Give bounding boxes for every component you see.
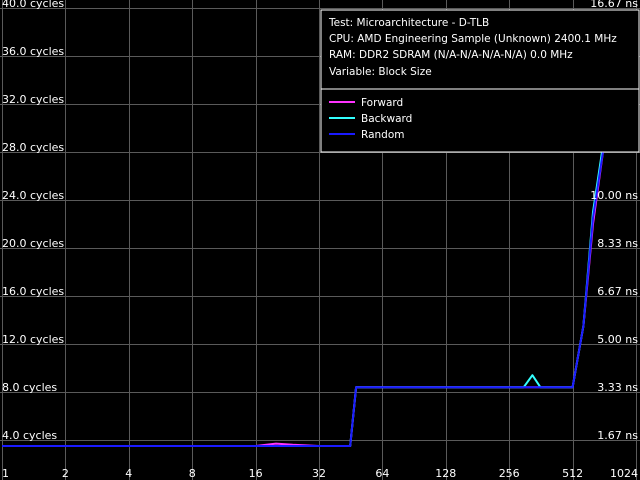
x-tick-label-128: 128 xyxy=(435,467,456,480)
y2-tick-label: 10.00 ns xyxy=(590,189,638,202)
x-tick-label-32: 32 xyxy=(312,467,326,480)
x-tick-label-2: 2 xyxy=(62,467,69,480)
info-cpu: CPU: AMD Engineering Sample (Unknown) 24… xyxy=(329,33,617,45)
y2-tick-label: 3.33 ns xyxy=(597,381,638,394)
x-tick-label-4: 4 xyxy=(125,467,132,480)
y2-tick-label: 6.67 ns xyxy=(597,285,638,298)
x-tick-label-1: 1 xyxy=(2,467,9,480)
y-tick-label: 24.0 cycles xyxy=(2,189,64,202)
y2-tick-label: 5.00 ns xyxy=(597,333,638,346)
y-tick-label: 4.0 cycles xyxy=(2,429,57,442)
y-tick-label: 40.0 cycles xyxy=(2,0,64,10)
x-tick-label-16: 16 xyxy=(249,467,263,480)
legend-label-backward: Backward xyxy=(361,113,412,125)
chart: 4.0 cycles 8.0 cycles 12.0 cycles 16.0 cycl… xyxy=(0,0,640,480)
x-tick-label-8: 8 xyxy=(189,467,196,480)
legend-label-random: Random xyxy=(361,129,404,141)
x-tick-label-512: 512 xyxy=(562,467,583,480)
info-ram: RAM: DDR2 SDRAM (N/A-N/A-N/A-N/A) 0.0 MH… xyxy=(329,49,573,61)
info-variable: Variable: Block Size xyxy=(329,66,432,78)
x-tick-label-64: 64 xyxy=(375,467,389,480)
legend-label-forward: Forward xyxy=(361,97,403,109)
x-tick-label-256: 256 xyxy=(499,467,520,480)
y-tick-label: 16.0 cycles xyxy=(2,285,64,298)
y-tick-label: 12.0 cycles xyxy=(2,333,64,346)
y-tick-label: 32.0 cycles xyxy=(2,93,64,106)
info-test: Test: Microarchitecture - D-TLB xyxy=(328,17,489,29)
y2-tick-label: 16.67 ns xyxy=(590,0,638,10)
y-tick-label: 28.0 cycles xyxy=(2,141,64,154)
y-tick-label: 36.0 cycles xyxy=(2,45,64,58)
info-box: Test: Microarchitecture - D-TLB CPU: AMD… xyxy=(320,9,640,153)
x-tick-label-1024: 1024 xyxy=(610,467,638,480)
y-tick-label: 20.0 cycles xyxy=(2,237,64,250)
y2-tick-label: 8.33 ns xyxy=(597,237,638,250)
y-tick-label: 8.0 cycles xyxy=(2,381,57,394)
y2-tick-label: 1.67 ns xyxy=(597,429,638,442)
